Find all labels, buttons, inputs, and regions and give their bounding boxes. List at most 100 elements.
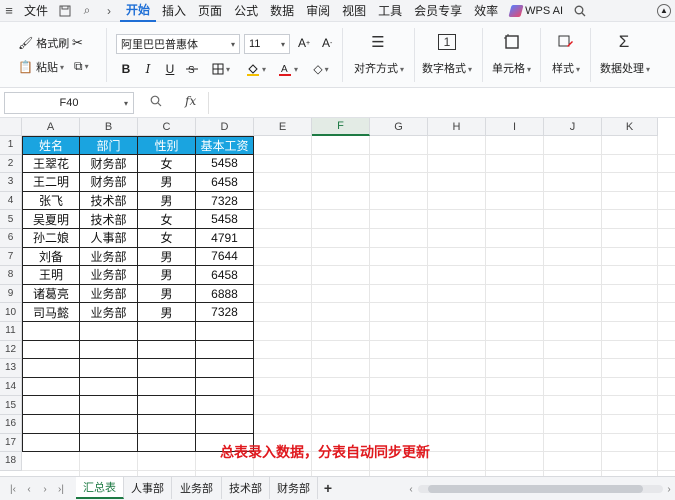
- table-cell[interactable]: 男: [138, 247, 196, 267]
- column-header-g[interactable]: G: [370, 118, 428, 136]
- table-cell[interactable]: 司马懿: [22, 303, 80, 322]
- hamburger-menu-icon[interactable]: ≡: [0, 0, 18, 22]
- table-cell[interactable]: 7328: [196, 303, 254, 322]
- sheet-tab[interactable]: 财务部: [270, 477, 318, 499]
- row-header-18[interactable]: 18: [0, 452, 22, 471]
- row-header-6[interactable]: 6: [0, 229, 22, 248]
- row-header-16[interactable]: 16: [0, 415, 22, 434]
- empty-table-cell[interactable]: [22, 322, 80, 341]
- number-format-button[interactable]: 数字格式 ▾: [422, 60, 472, 76]
- formula-input[interactable]: [208, 92, 674, 114]
- last-sheet-icon[interactable]: ›|: [54, 480, 68, 498]
- row-header-14[interactable]: 14: [0, 377, 22, 397]
- table-cell[interactable]: 王二明: [22, 173, 80, 192]
- underline-button[interactable]: U: [162, 59, 178, 79]
- table-cell[interactable]: 5458: [196, 154, 254, 174]
- decrease-font-icon[interactable]: A-: [322, 36, 332, 50]
- table-cell[interactable]: 男: [138, 303, 196, 322]
- empty-table-cell[interactable]: [80, 359, 138, 378]
- table-cell[interactable]: 业务部: [80, 247, 138, 267]
- column-header-i[interactable]: I: [486, 118, 544, 136]
- sheet-tab[interactable]: 人事部: [124, 477, 172, 499]
- row-header-1[interactable]: 1: [0, 136, 22, 155]
- empty-table-cell[interactable]: [196, 377, 254, 397]
- table-header-cell[interactable]: 性别: [138, 136, 196, 155]
- collapse-ribbon-button[interactable]: ▲: [653, 0, 675, 22]
- tab-home[interactable]: 开始: [120, 0, 157, 22]
- align-button[interactable]: 对齐方式 ▾: [354, 60, 404, 76]
- table-cell[interactable]: 6458: [196, 173, 254, 192]
- table-cell[interactable]: 7328: [196, 191, 254, 211]
- row-header-10[interactable]: 10: [0, 303, 22, 322]
- empty-table-cell[interactable]: [138, 359, 196, 378]
- table-header-cell[interactable]: 部门: [80, 136, 138, 155]
- sheet-tab[interactable]: 技术部: [222, 477, 270, 499]
- paste-button[interactable]: 📋 粘贴 ▾: [18, 59, 64, 75]
- empty-table-cell[interactable]: [138, 340, 196, 360]
- column-header-d[interactable]: D: [196, 118, 254, 136]
- empty-table-cell[interactable]: [138, 377, 196, 397]
- italic-button[interactable]: I: [140, 59, 156, 79]
- sheet-tab[interactable]: 汇总表: [76, 477, 124, 499]
- empty-table-cell[interactable]: [22, 433, 80, 453]
- row-header-2[interactable]: 2: [0, 154, 22, 174]
- search-icon[interactable]: [569, 0, 591, 22]
- row-header-12[interactable]: 12: [0, 340, 22, 360]
- row-header-9[interactable]: 9: [0, 284, 22, 304]
- empty-table-cell[interactable]: [196, 322, 254, 341]
- tab-data[interactable]: 数据: [264, 0, 300, 22]
- empty-table-cell[interactable]: [138, 433, 196, 453]
- row-header-17[interactable]: 17: [0, 433, 22, 453]
- data-process-button[interactable]: 数据处理 ▾: [600, 60, 650, 76]
- table-cell[interactable]: 4791: [196, 229, 254, 248]
- fill-color-button[interactable]: ▾: [244, 59, 268, 79]
- table-cell[interactable]: 财务部: [80, 173, 138, 192]
- table-cell[interactable]: 业务部: [80, 284, 138, 304]
- table-cell[interactable]: 人事部: [80, 229, 138, 248]
- increase-font-icon[interactable]: A +: [298, 36, 310, 50]
- add-sheet-button[interactable]: +: [320, 479, 336, 497]
- table-cell[interactable]: 男: [138, 266, 196, 285]
- sheet-tab[interactable]: 业务部: [172, 477, 222, 499]
- table-cell[interactable]: 6888: [196, 284, 254, 304]
- empty-table-cell[interactable]: [80, 377, 138, 397]
- table-cell[interactable]: 女: [138, 229, 196, 248]
- zoom-icon[interactable]: [150, 95, 162, 110]
- column-header-k[interactable]: K: [602, 118, 658, 136]
- row-header-5[interactable]: 5: [0, 210, 22, 229]
- empty-table-cell[interactable]: [196, 396, 254, 415]
- table-cell[interactable]: 女: [138, 154, 196, 174]
- table-cell[interactable]: 男: [138, 173, 196, 192]
- row-header-7[interactable]: 7: [0, 247, 22, 267]
- next-sheet-icon[interactable]: ›: [38, 480, 52, 498]
- table-cell[interactable]: 7644: [196, 247, 254, 267]
- font-color-button[interactable]: A ▾: [276, 59, 300, 79]
- table-cell[interactable]: 王明: [22, 266, 80, 285]
- tab-member[interactable]: 会员专享: [408, 0, 468, 22]
- table-cell[interactable]: 6458: [196, 266, 254, 285]
- first-sheet-icon[interactable]: |‹: [6, 480, 20, 498]
- row-header-11[interactable]: 11: [0, 322, 22, 341]
- select-all-corner[interactable]: [0, 118, 22, 136]
- table-cell[interactable]: 张飞: [22, 191, 80, 211]
- empty-table-cell[interactable]: [80, 396, 138, 415]
- table-cell[interactable]: 吴夏明: [22, 210, 80, 229]
- tab-page[interactable]: 页面: [192, 0, 228, 22]
- empty-table-cell[interactable]: [22, 340, 80, 360]
- scrollbar-thumb[interactable]: [428, 485, 643, 493]
- column-header-b[interactable]: B: [80, 118, 138, 136]
- column-header-f[interactable]: F: [312, 118, 370, 136]
- wps-ai-button[interactable]: WPS AI: [504, 4, 569, 17]
- table-cell[interactable]: 男: [138, 191, 196, 211]
- table-cell[interactable]: 财务部: [80, 154, 138, 174]
- table-cell[interactable]: 孙二娘: [22, 229, 80, 248]
- column-header-j[interactable]: J: [544, 118, 602, 136]
- empty-table-cell[interactable]: [80, 415, 138, 434]
- table-cell[interactable]: 业务部: [80, 303, 138, 322]
- empty-table-cell[interactable]: [138, 415, 196, 434]
- table-cell[interactable]: 女: [138, 210, 196, 229]
- table-cell[interactable]: 男: [138, 284, 196, 304]
- table-cell[interactable]: 刘备: [22, 247, 80, 267]
- function-icon[interactable]: fx: [185, 94, 196, 108]
- column-header-a[interactable]: A: [22, 118, 80, 136]
